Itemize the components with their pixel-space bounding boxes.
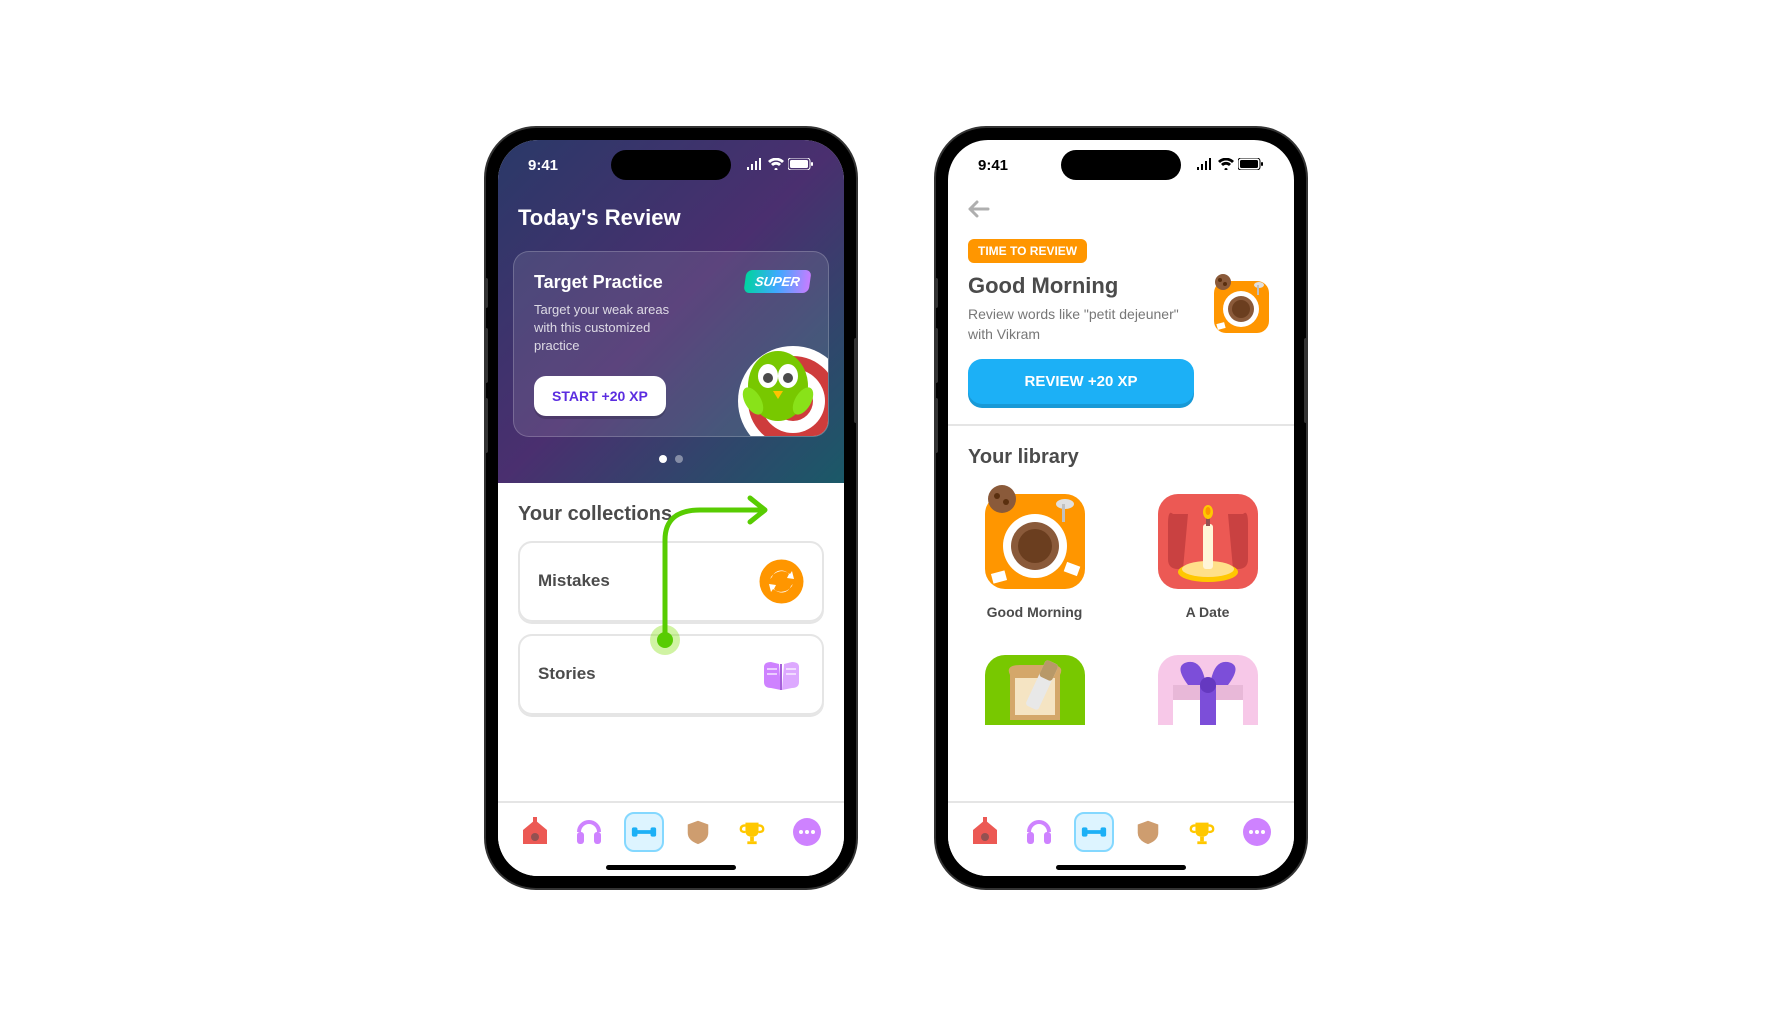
nav-shield[interactable]: [1128, 812, 1168, 852]
wifi-icon: [1218, 157, 1234, 174]
status-time: 9:41: [978, 157, 1008, 174]
nav-practice[interactable]: [1074, 812, 1114, 852]
notch: [611, 150, 731, 180]
pagination-dot[interactable]: [675, 455, 683, 463]
nav-shield[interactable]: [678, 812, 718, 852]
gift-thumb-icon: [1153, 650, 1263, 725]
signal-icon: [1196, 157, 1214, 174]
nav-practice[interactable]: [624, 812, 664, 852]
nav-trophy[interactable]: [732, 812, 772, 852]
page-title: Today's Review: [498, 190, 844, 251]
review-description: Review words like "petit dejeuner" with …: [968, 305, 1194, 344]
library-item-gift[interactable]: [1141, 650, 1274, 735]
nav-more[interactable]: [787, 812, 827, 852]
practice-description: Target your weak areas with this customi…: [534, 301, 685, 356]
wifi-icon: [768, 157, 784, 174]
collection-label: Mistakes: [538, 571, 610, 591]
nav-trophy[interactable]: [1182, 812, 1222, 852]
start-button[interactable]: START +20 XP: [534, 376, 666, 416]
collection-label: Stories: [538, 664, 596, 684]
phone-right: 9:41 TIME TO REVIEW Good Morning: [936, 128, 1306, 888]
library-title: Your library: [968, 446, 1274, 469]
nav-listen[interactable]: [569, 812, 609, 852]
nav-listen[interactable]: [1019, 812, 1059, 852]
library-label: A Date: [1141, 604, 1274, 620]
transition-arrow-icon: [650, 490, 780, 675]
library-item-bread[interactable]: [968, 650, 1101, 735]
date-thumb-icon: [1153, 484, 1263, 594]
coffee-icon: [1209, 273, 1274, 338]
super-badge: SUPER: [744, 270, 812, 293]
pagination-dots: [498, 455, 844, 463]
nav-more[interactable]: [1237, 812, 1277, 852]
library-item-good-morning[interactable]: Good Morning: [968, 484, 1101, 620]
coffee-thumb-icon: [980, 484, 1090, 594]
status-time: 9:41: [528, 157, 558, 174]
review-title: Good Morning: [968, 273, 1194, 299]
signal-icon: [746, 157, 764, 174]
library-label: Good Morning: [968, 604, 1101, 620]
mascot-icon: [718, 326, 829, 437]
time-to-review-badge: TIME TO REVIEW: [968, 239, 1087, 263]
home-indicator: [606, 865, 736, 870]
nav-home[interactable]: [515, 812, 555, 852]
home-indicator: [1056, 865, 1186, 870]
review-button[interactable]: REVIEW +20 XP: [968, 359, 1194, 404]
practice-card[interactable]: SUPER Target Practice Target your weak a…: [513, 251, 829, 437]
notch: [1061, 150, 1181, 180]
battery-icon: [1238, 157, 1264, 174]
pagination-dot-active[interactable]: [659, 455, 667, 463]
bread-thumb-icon: [980, 650, 1090, 725]
library-item-a-date[interactable]: A Date: [1141, 484, 1274, 620]
back-button[interactable]: [948, 190, 1294, 234]
nav-home[interactable]: [965, 812, 1005, 852]
battery-icon: [788, 157, 814, 174]
